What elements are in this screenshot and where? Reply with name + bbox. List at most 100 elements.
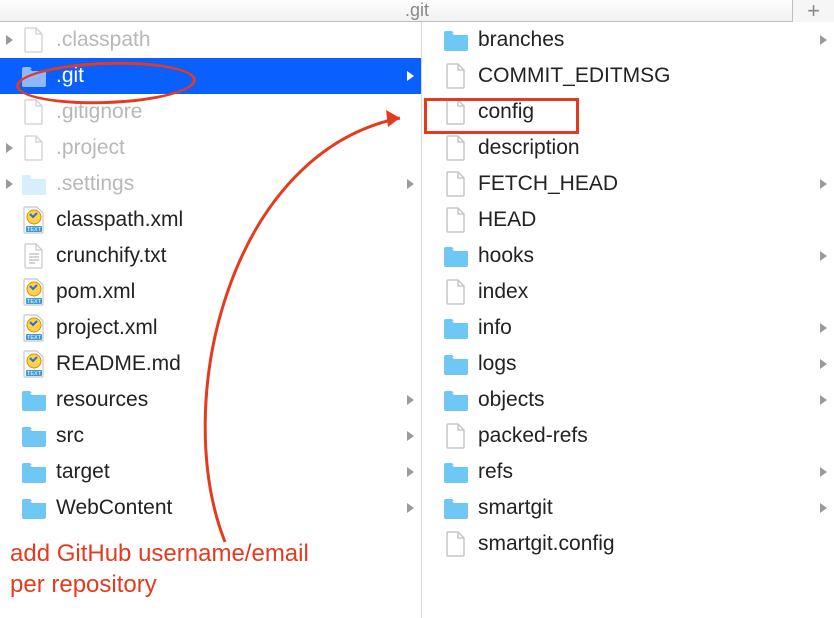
right-row-config[interactable]: config (422, 94, 834, 130)
row-label: WebContent (56, 496, 399, 520)
right-row-head[interactable]: HEAD (422, 202, 834, 238)
svg-text:TEXT: TEXT (27, 335, 42, 341)
folder-icon (20, 458, 48, 486)
right-column[interactable]: branches COMMIT_EDITMSG config descripti… (422, 22, 834, 618)
row-label: info (478, 316, 812, 340)
right-row-packed-refs[interactable]: packed-refs (422, 418, 834, 454)
left-row--project[interactable]: .project (0, 130, 421, 166)
right-row-info[interactable]: info (422, 310, 834, 346)
left-row-readme-md[interactable]: TEXT README.md (0, 346, 421, 382)
file-icon (442, 422, 470, 450)
file-icon (442, 98, 470, 126)
row-label: objects (478, 388, 812, 412)
left-row-src[interactable]: src (0, 418, 421, 454)
row-label: .project (56, 136, 399, 160)
row-label: FETCH_HEAD (478, 172, 812, 196)
row-label: smartgit (478, 496, 812, 520)
row-label: HEAD (478, 208, 812, 232)
folder-icon (442, 26, 470, 54)
row-label: refs (478, 460, 812, 484)
left-row-webcontent[interactable]: WebContent (0, 490, 421, 526)
left-row-classpath-xml[interactable]: TEXT classpath.xml (0, 202, 421, 238)
disclose-right-icon (812, 466, 834, 478)
disclose-right-icon (399, 502, 421, 514)
row-label: .git (56, 64, 399, 88)
row-label: COMMIT_EDITMSG (478, 64, 812, 88)
xml-icon: TEXT (20, 314, 48, 342)
file-dim-icon (20, 98, 48, 126)
row-label: crunchify.txt (56, 244, 399, 268)
left-row-resources[interactable]: resources (0, 382, 421, 418)
right-row-index[interactable]: index (422, 274, 834, 310)
disclose-right-icon (812, 34, 834, 46)
row-label: project.xml (56, 316, 399, 340)
row-label: index (478, 280, 812, 304)
row-label: smartgit.config (478, 532, 812, 556)
disclose-right-icon (812, 250, 834, 262)
disclose-left-icon (0, 70, 18, 82)
row-label: packed-refs (478, 424, 812, 448)
right-row-description[interactable]: description (422, 130, 834, 166)
file-icon (442, 206, 470, 234)
row-label: description (478, 136, 812, 160)
left-row--gitignore[interactable]: .gitignore (0, 94, 421, 130)
folder-icon (442, 458, 470, 486)
file-icon (442, 62, 470, 90)
row-label: .gitignore (56, 100, 399, 124)
folder-icon (442, 314, 470, 342)
right-row-branches[interactable]: branches (422, 22, 834, 58)
disclose-right-icon (399, 466, 421, 478)
file-icon (442, 530, 470, 558)
left-row-pom-xml[interactable]: TEXT pom.xml (0, 274, 421, 310)
right-row-logs[interactable]: logs (422, 346, 834, 382)
left-row--git[interactable]: .git (0, 58, 421, 94)
file-icon (442, 278, 470, 306)
right-row-smartgit[interactable]: smartgit (422, 490, 834, 526)
file-icon (442, 170, 470, 198)
row-label: config (478, 100, 812, 124)
left-row-crunchify-txt[interactable]: crunchify.txt (0, 238, 421, 274)
left-row-project-xml[interactable]: TEXT project.xml (0, 310, 421, 346)
row-label: README.md (56, 352, 399, 376)
disclose-right-icon (812, 178, 834, 190)
disclose-right-icon (812, 358, 834, 370)
xml-icon: TEXT (20, 350, 48, 378)
folder-icon (20, 494, 48, 522)
left-row--classpath[interactable]: .classpath (0, 22, 421, 58)
right-row-refs[interactable]: refs (422, 454, 834, 490)
row-label: .settings (56, 172, 399, 196)
xml-icon: TEXT (20, 206, 48, 234)
left-row-target[interactable]: target (0, 454, 421, 490)
new-tab-button[interactable]: + (792, 0, 834, 22)
xml-icon: TEXT (20, 278, 48, 306)
folder-icon (442, 242, 470, 270)
left-column[interactable]: .classpath .git .gitignore .project .set… (0, 22, 422, 618)
folder-dim-icon (20, 170, 48, 198)
disclose-left-icon (0, 142, 18, 154)
right-row-commit-editmsg[interactable]: COMMIT_EDITMSG (422, 58, 834, 94)
svg-text:TEXT: TEXT (27, 227, 42, 233)
row-label: target (56, 460, 399, 484)
right-row-smartgit-config[interactable]: smartgit.config (422, 526, 834, 562)
disclose-right-icon (812, 502, 834, 514)
svg-text:TEXT: TEXT (27, 371, 42, 377)
right-row-objects[interactable]: objects (422, 382, 834, 418)
left-row--settings[interactable]: .settings (0, 166, 421, 202)
folder-icon (20, 386, 48, 414)
titlebar: .git + (0, 0, 834, 22)
folder-icon (442, 494, 470, 522)
folder-icon (442, 386, 470, 414)
folder-icon (442, 350, 470, 378)
row-label: classpath.xml (56, 208, 399, 232)
row-label: resources (56, 388, 399, 412)
folder-dim-icon (20, 62, 48, 90)
right-row-fetch-head[interactable]: FETCH_HEAD (422, 166, 834, 202)
disclose-right-icon (399, 430, 421, 442)
row-label: branches (478, 28, 812, 52)
row-label: logs (478, 352, 812, 376)
disclose-right-icon (399, 70, 421, 82)
right-row-hooks[interactable]: hooks (422, 238, 834, 274)
file-icon (442, 134, 470, 162)
disclose-right-icon (812, 394, 834, 406)
title-text: .git (405, 0, 429, 21)
